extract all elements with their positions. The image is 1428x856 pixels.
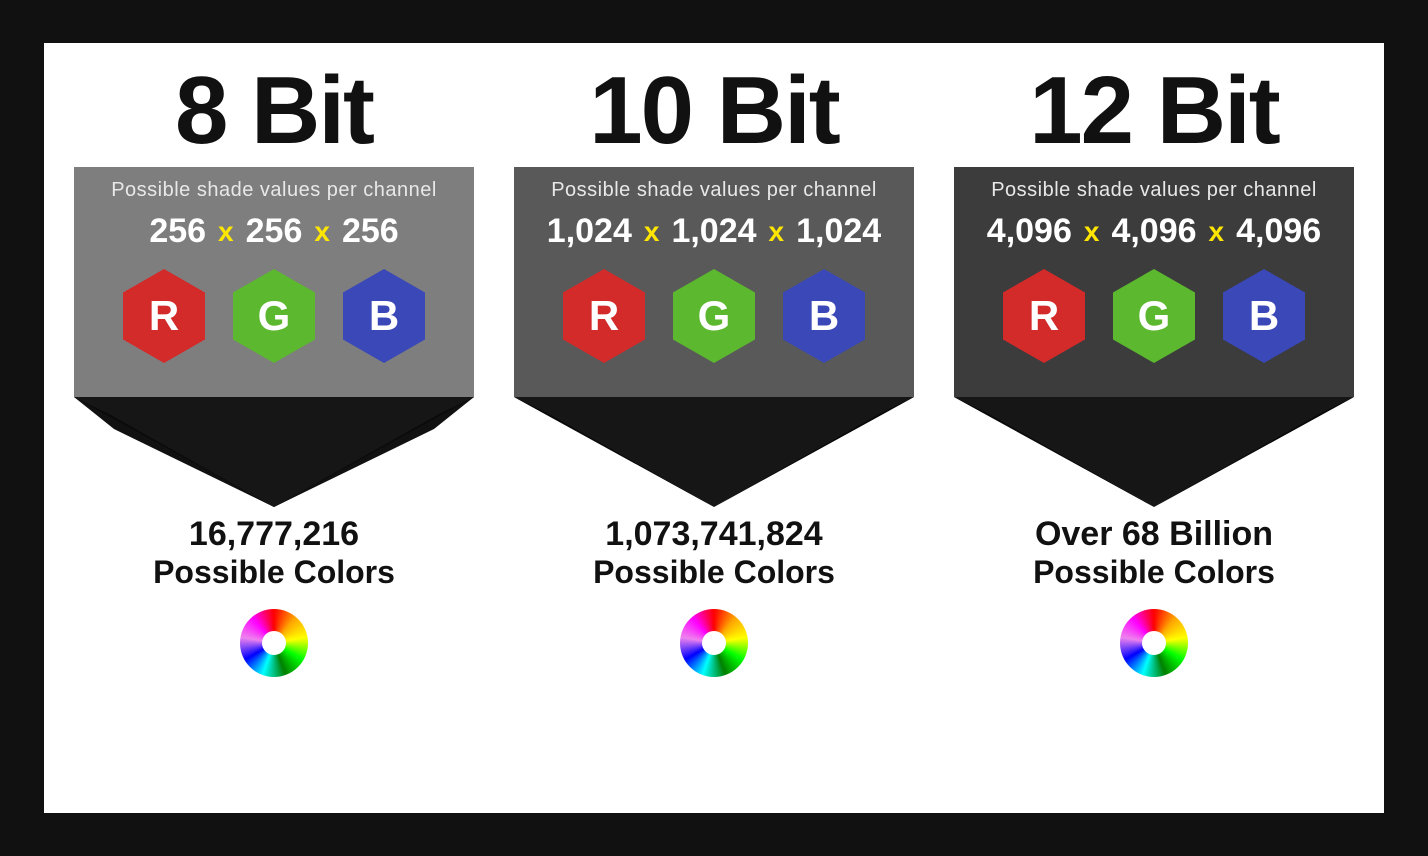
column-title: 10 Bit [589, 63, 838, 159]
channel-value: 4,096 [987, 212, 1072, 251]
color-wheel-icon [1120, 609, 1188, 677]
multiply-icon: x [1084, 216, 1100, 248]
channel-value: 4,096 [1111, 212, 1196, 251]
panel-subhead: Possible shade values per channel [991, 179, 1317, 202]
multiply-icon: x [769, 216, 785, 248]
multiply-icon: x [644, 216, 660, 248]
bit-depth-column-12bit: 12 Bit Possible shade values per channel… [944, 63, 1364, 677]
shade-values-panel: Possible shade values per channel 1,024 … [514, 167, 914, 397]
infographic-canvas: 8 Bit Possible shade values per channel … [44, 43, 1384, 813]
result-block: 1,073,741,824 Possible Colors [593, 515, 835, 591]
channel-value: 1,024 [671, 212, 756, 251]
green-channel-badge-icon: G [673, 269, 755, 363]
color-wheel-icon [680, 609, 748, 677]
red-channel-badge-icon: R [123, 269, 205, 363]
multiply-icon: x [314, 216, 330, 248]
result-number: 1,073,741,824 [593, 515, 835, 554]
funnel-arrow-icon [954, 397, 1354, 507]
multiplication-row: 4,096 x 4,096 x 4,096 [987, 212, 1321, 251]
shade-values-panel: Possible shade values per channel 4,096 … [954, 167, 1354, 397]
panel-subhead: Possible shade values per channel [551, 179, 877, 202]
result-label: Possible Colors [153, 554, 395, 591]
color-wheel-icon [240, 609, 308, 677]
channel-value: 256 [149, 212, 206, 251]
channel-value: 1,024 [796, 212, 881, 251]
multiplication-row: 256 x 256 x 256 [149, 212, 398, 251]
channel-value: 256 [246, 212, 303, 251]
red-channel-badge-icon: R [1003, 269, 1085, 363]
channel-value: 4,096 [1236, 212, 1321, 251]
funnel-arrow-icon [74, 397, 474, 507]
column-title: 12 Bit [1029, 63, 1278, 159]
bit-depth-column-8bit: 8 Bit Possible shade values per channel … [64, 63, 484, 677]
rgb-badge-row: R G B [1003, 269, 1305, 363]
red-channel-badge-icon: R [563, 269, 645, 363]
rgb-badge-row: R G B [563, 269, 865, 363]
result-label: Possible Colors [593, 554, 835, 591]
channel-value: 1,024 [547, 212, 632, 251]
result-label: Possible Colors [1033, 554, 1275, 591]
result-block: 16,777,216 Possible Colors [153, 515, 395, 591]
blue-channel-badge-icon: B [343, 269, 425, 363]
multiply-icon: x [1209, 216, 1225, 248]
green-channel-badge-icon: G [233, 269, 315, 363]
result-block: Over 68 Billion Possible Colors [1033, 515, 1275, 591]
result-number: 16,777,216 [153, 515, 395, 554]
funnel-arrow-icon [514, 397, 914, 507]
multiply-icon: x [218, 216, 234, 248]
column-title: 8 Bit [175, 63, 373, 159]
channel-value: 256 [342, 212, 399, 251]
rgb-badge-row: R G B [123, 269, 425, 363]
blue-channel-badge-icon: B [1223, 269, 1305, 363]
shade-values-panel: Possible shade values per channel 256 x … [74, 167, 474, 397]
green-channel-badge-icon: G [1113, 269, 1195, 363]
multiplication-row: 1,024 x 1,024 x 1,024 [547, 212, 881, 251]
result-number: Over 68 Billion [1033, 515, 1275, 554]
panel-subhead: Possible shade values per channel [111, 179, 437, 202]
bit-depth-column-10bit: 10 Bit Possible shade values per channel… [504, 63, 924, 677]
blue-channel-badge-icon: B [783, 269, 865, 363]
